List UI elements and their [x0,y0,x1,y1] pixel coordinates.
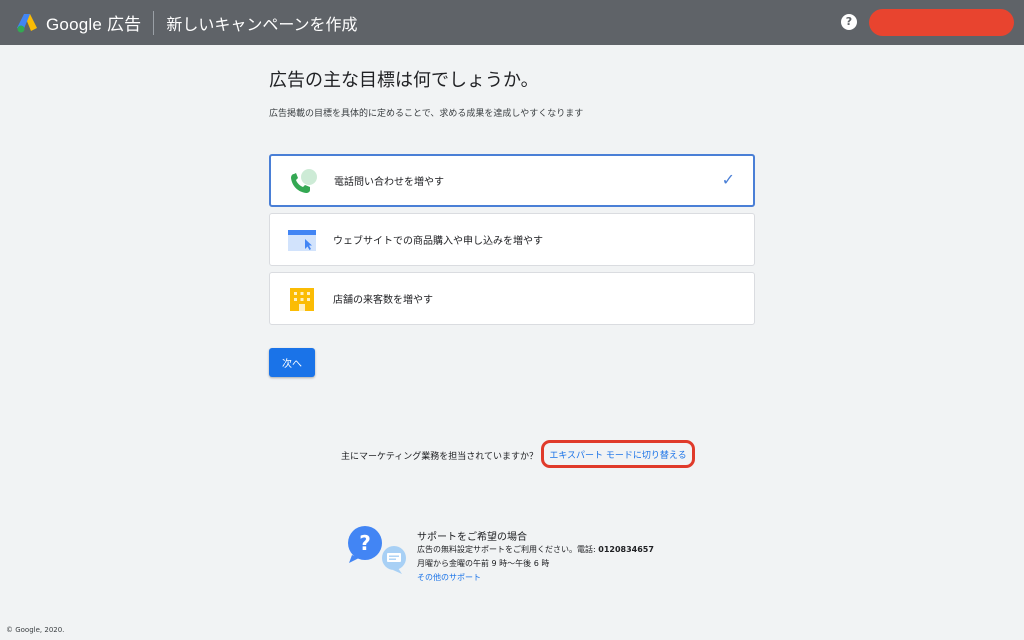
website-cursor-icon [288,230,316,251]
next-button[interactable]: 次へ [269,348,315,377]
svg-text:?: ? [359,531,371,555]
switch-expert-mode-link[interactable]: エキスパート モードに切り替える [541,440,695,468]
phone-call-icon [291,169,317,193]
brand-name: Google 広告 [46,15,142,34]
support-phone-line: 広告の無料設定サポートをご利用ください。電話: 0120834657 [417,544,654,555]
other-support-link[interactable]: その他のサポート [417,572,481,583]
goal-option-label: 店舗の来客数を増やす [333,295,433,306]
support-phone-number: 0120834657 [598,545,654,554]
top-app-bar: Google 広告 新しいキャンペーンを作成 ? [0,0,1024,45]
account-button[interactable] [869,9,1014,36]
header-divider [153,10,155,35]
copyright: © Google, 2020. [6,626,65,634]
support-hours: 月曜から金曜の午前 9 時〜午後 6 時 [417,559,550,568]
expert-mode-link-label: エキスパート モードに切り替える [549,450,687,461]
google-ads-logo-icon [17,13,37,32]
goal-subtext: 広告掲載の目標を具体的に定めることで、求める成果を達成しやすくなります [269,109,584,119]
marketing-question: 主にマーケティング業務を担当されていますか？ [341,452,539,462]
google-ads-logo[interactable]: Google 広告 [16,10,141,35]
store-building-icon [290,288,314,311]
check-icon: ✓ [721,170,735,189]
goal-option-label: ウェブサイトでの商品購入や申し込みを増やす [333,236,543,247]
goal-option-website[interactable]: ウェブサイトでの商品購入や申し込みを増やす [269,213,755,266]
support-help-icon: ? [348,526,406,574]
goal-option-phone-calls[interactable]: 電話問い合わせを増やす ✓ [269,154,755,207]
page-title: 新しいキャンペーンを作成 [166,14,358,34]
support-text: 広告の無料設定サポートをご利用ください。電話: [417,545,599,554]
goal-option-label: 電話問い合わせを増やす [334,177,444,188]
goal-option-store-visits[interactable]: 店舗の来客数を増やす [269,272,755,325]
support-title: サポートをご希望の場合 [417,532,527,543]
help-icon[interactable]: ? [841,14,857,30]
goal-heading: 広告の主な目標は何でしょうか。 [269,70,539,91]
